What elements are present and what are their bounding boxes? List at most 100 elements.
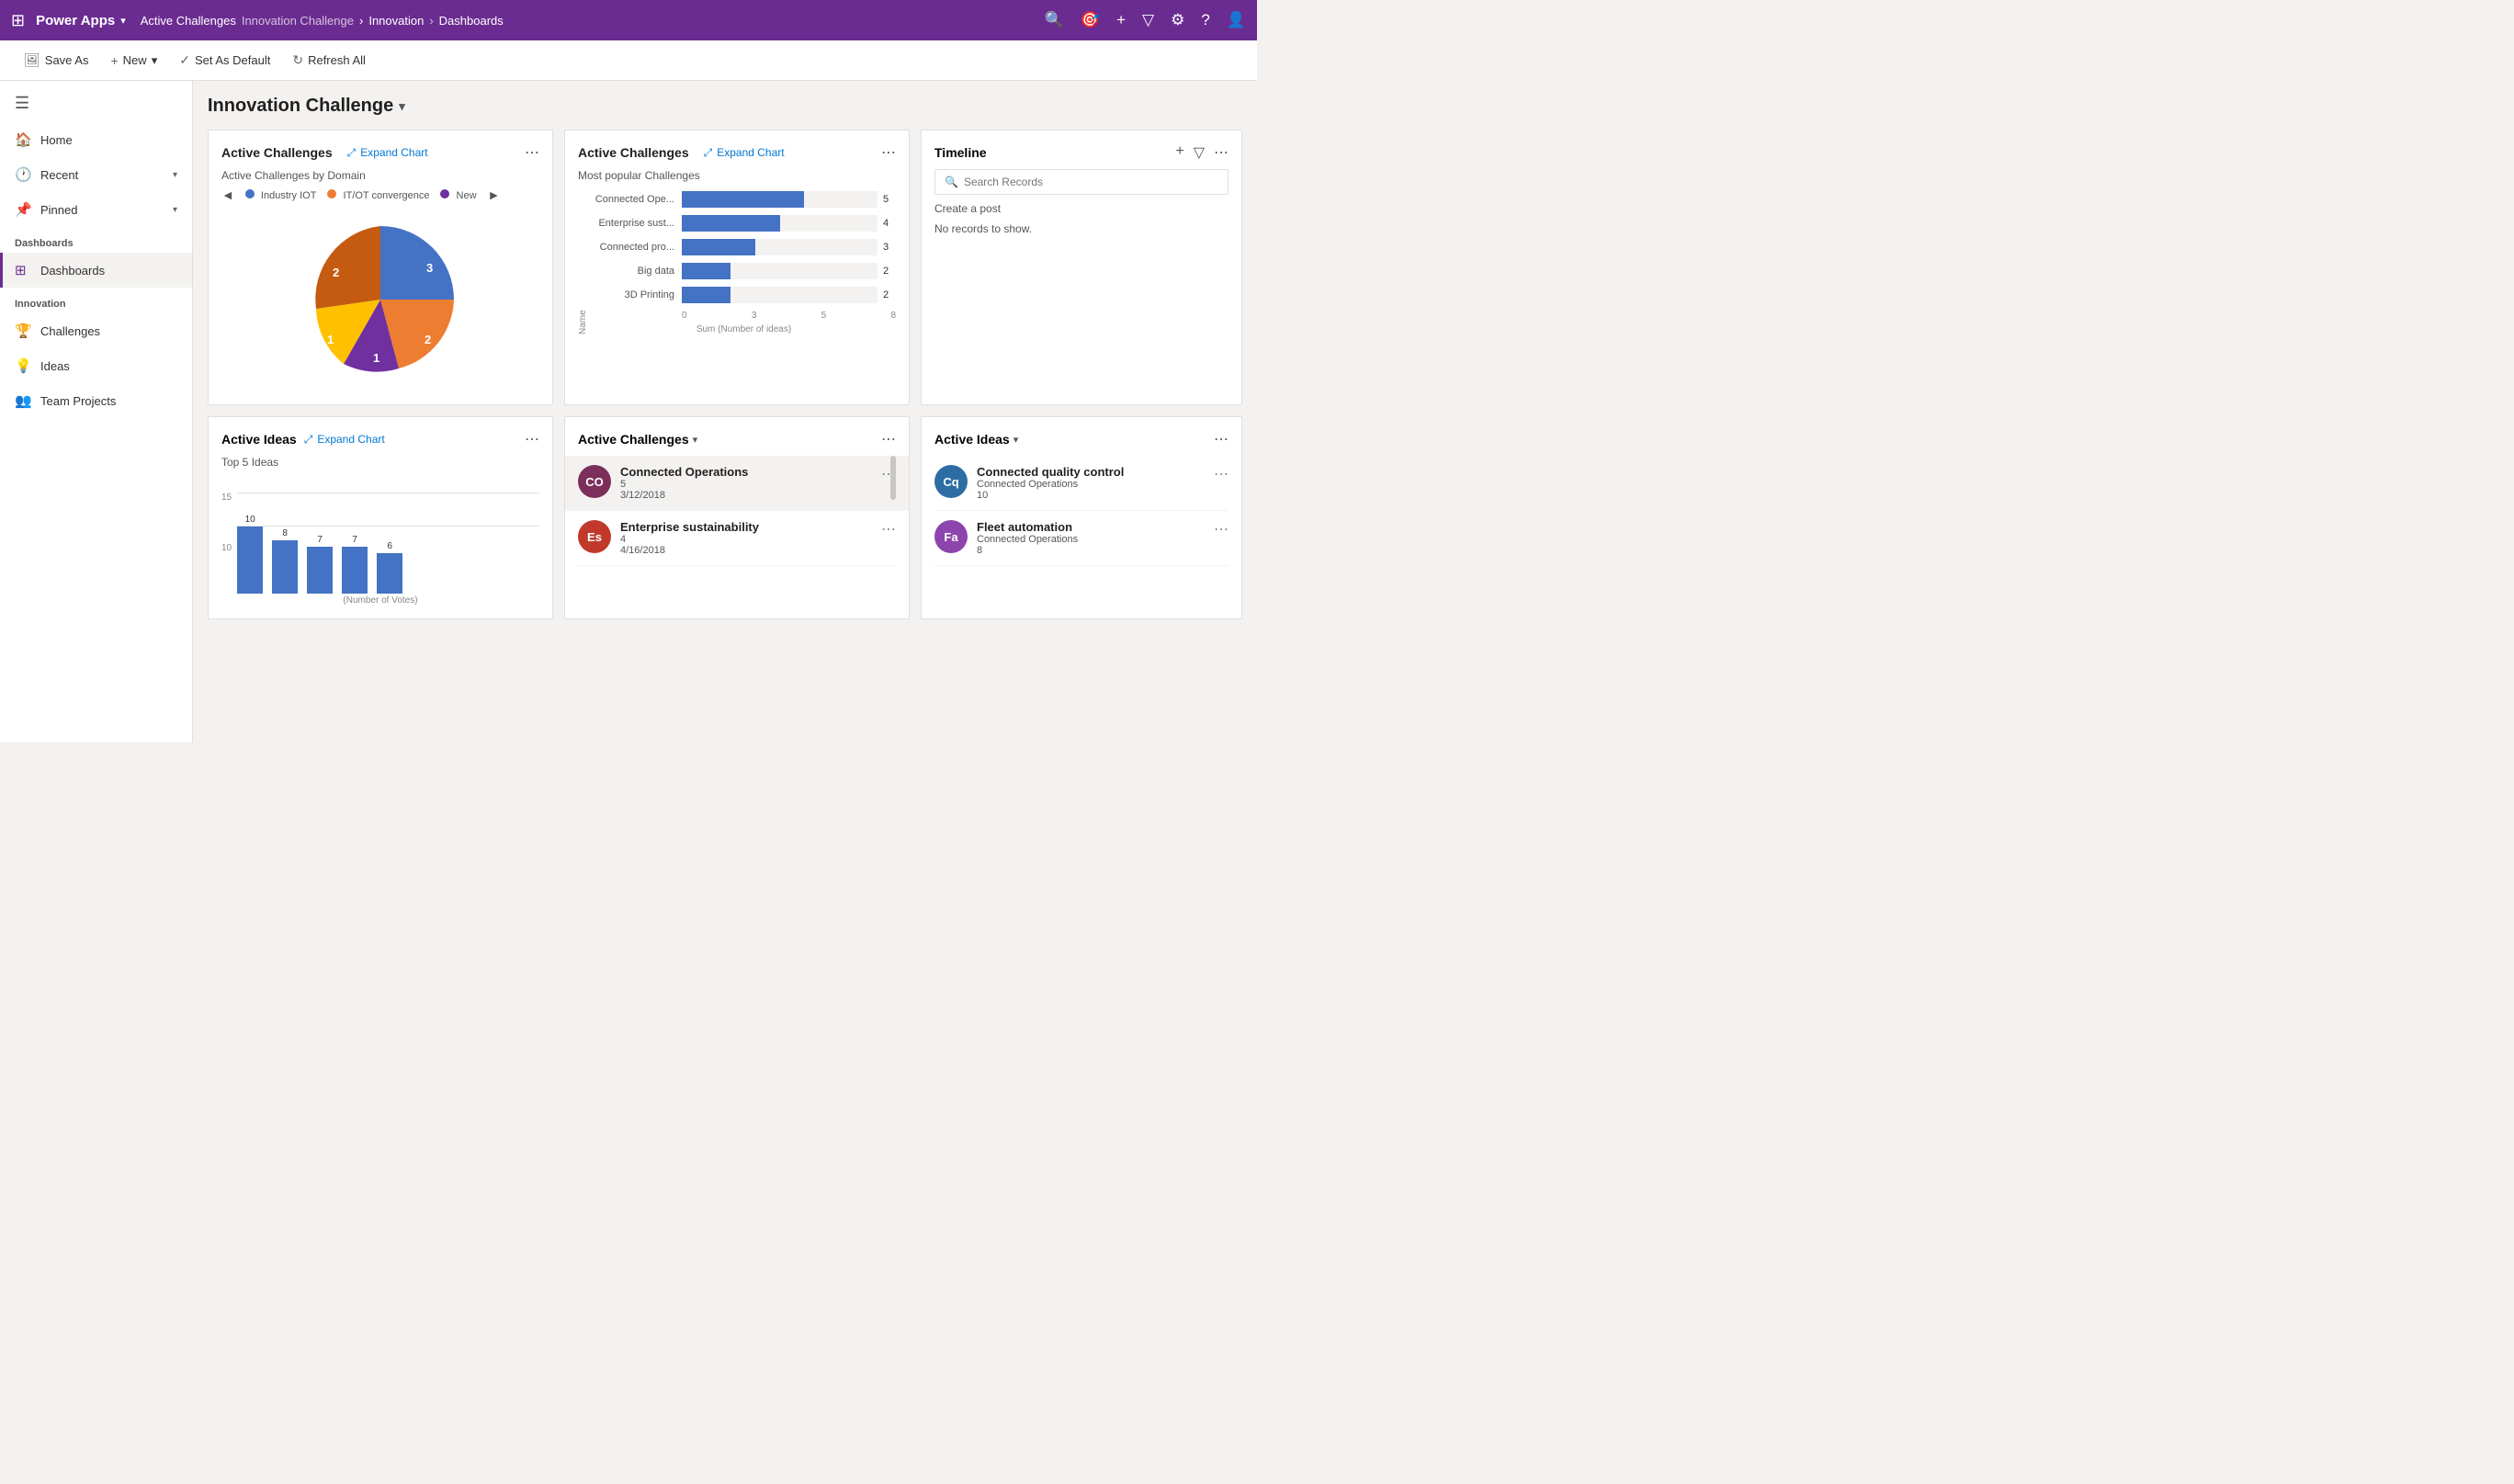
waffle-icon[interactable]: ⊞ (11, 11, 25, 30)
expand-ideas-label: Expand Chart (317, 433, 384, 446)
challenge-sub1-1: 5 (620, 479, 872, 490)
timeline-create-post[interactable]: Create a post (934, 202, 1229, 215)
vbar-bar-2 (272, 540, 298, 594)
idea-sub2-1: 10 (977, 490, 1205, 501)
sidebar-item-dashboards[interactable]: ⊞ Dashboards (0, 253, 192, 288)
challenge-item-menu-2[interactable]: ⋯ (881, 520, 896, 538)
pie-card-menu-icon[interactable]: ⋯ (525, 143, 539, 162)
idea-sub2-2: 8 (977, 545, 1205, 556)
bar-card-header: Active Challenges ⤢ Expand Chart ⋯ (578, 143, 896, 162)
svg-text:2: 2 (333, 266, 339, 279)
challenges-list-scroll[interactable]: CO Connected Operations 5 3/12/2018 ⋯ Es… (578, 456, 896, 566)
sidebar-recent-label: Recent (40, 168, 78, 182)
vbar-col-1: 10 (237, 515, 263, 594)
sidebar-item-ideas[interactable]: 💡 Ideas (0, 348, 192, 383)
search-icon[interactable]: 🔍 (1045, 11, 1064, 29)
expand-chart-pie-button[interactable]: ⤢ Expand Chart (347, 146, 428, 160)
hbar-label-5: 3D Printing (592, 289, 674, 300)
hbar-label-3: Connected pro... (592, 242, 674, 253)
expand-ideas-chart-button[interactable]: ⤢ Expand Chart (304, 433, 385, 447)
timeline-add-icon[interactable]: + (1175, 143, 1183, 162)
vbar-y-10: 10 (221, 543, 232, 553)
active-challenges-bar-card: Active Challenges ⤢ Expand Chart ⋯ Most … (564, 130, 910, 405)
user-icon[interactable]: 👤 (1227, 11, 1246, 29)
ideas-list-header: Active Ideas ▾ ⋯ (934, 430, 1229, 448)
sidebar-item-team-projects[interactable]: 👥 Team Projects (0, 383, 192, 418)
timeline-menu-icon[interactable]: ⋯ (1214, 143, 1229, 162)
target-icon[interactable]: 🎯 (1081, 11, 1100, 29)
sidebar-item-home[interactable]: 🏠 Home (0, 122, 192, 157)
idea-item-menu-2[interactable]: ⋯ (1214, 520, 1229, 538)
settings-icon[interactable]: ⚙ (1171, 11, 1184, 29)
pie-next-icon[interactable]: ► (488, 187, 501, 202)
ideas-list-menu-icon[interactable]: ⋯ (1214, 430, 1229, 448)
refresh-label: Refresh All (308, 53, 366, 67)
timeline-search[interactable]: 🔍 (934, 169, 1229, 195)
legend-dot-3 (440, 189, 449, 198)
dashboard-title-text: Innovation Challenge (208, 96, 393, 117)
hbar-row-2: Enterprise sust... 4 (592, 215, 896, 232)
refresh-button[interactable]: ↻ Refresh All (283, 48, 375, 73)
active-ideas-chart-card: Active Ideas ⤢ Expand Chart ⋯ Top 5 Idea… (208, 416, 553, 619)
hbar-row-4: Big data 2 (592, 263, 896, 279)
legend-dot-2 (327, 189, 336, 198)
challenges-scrollbar-thumb[interactable] (890, 456, 896, 500)
breadcrumb: Active Challenges Innovation Challenge ›… (141, 14, 504, 28)
set-default-button[interactable]: ✓ Set As Default (170, 48, 279, 73)
ideas-chart-header: Active Ideas ⤢ Expand Chart ⋯ (221, 430, 539, 448)
hbar-fill-5 (682, 287, 730, 303)
idea-list-item-2[interactable]: Fa Fleet automation Connected Operations… (934, 511, 1229, 566)
legend-label-1: Industry IOT (261, 190, 317, 201)
challenges-list-menu-icon[interactable]: ⋯ (881, 430, 896, 448)
challenge-item-body-1: Connected Operations 5 3/12/2018 (620, 465, 872, 501)
timeline-filter-icon[interactable]: ▽ (1194, 143, 1205, 162)
idea-avatar-1: Cq (934, 465, 968, 498)
challenge-avatar-2: Es (578, 520, 611, 553)
save-as-button[interactable]: 🖼 Save As (15, 48, 97, 73)
help-icon[interactable]: ? (1201, 11, 1209, 29)
filter-icon[interactable]: ▽ (1142, 11, 1154, 29)
bar-card-menu-icon[interactable]: ⋯ (881, 143, 896, 162)
expand-chart-bar-button[interactable]: ⤢ Expand Chart (704, 146, 785, 160)
topbar: ⊞ Power Apps ▾ Active Challenges Innovat… (0, 0, 1257, 40)
hbar-row-5: 3D Printing 2 (592, 287, 896, 303)
sidebar-pinned-label: Pinned (40, 203, 77, 217)
hamburger-icon[interactable]: ☰ (0, 85, 192, 122)
breadcrumb-dashboards[interactable]: Dashboards (439, 14, 504, 28)
challenge-list-item-2[interactable]: Es Enterprise sustainability 4 4/16/2018… (578, 511, 896, 566)
dashboard-dropdown-icon[interactable]: ▾ (399, 99, 405, 114)
hbar-track-4 (682, 263, 878, 279)
breadcrumb-innovation[interactable]: Innovation (368, 14, 424, 28)
ideas-list-chevron-icon[interactable]: ▾ (1014, 434, 1019, 446)
timeline-search-input[interactable] (964, 176, 1218, 188)
dashboard-title: Innovation Challenge ▾ (208, 96, 1242, 117)
ideas-chart-subtitle: Top 5 Ideas (221, 456, 539, 469)
new-chevron-icon[interactable]: ▾ (152, 53, 158, 68)
challenge-sub1-2: 4 (620, 534, 872, 545)
add-icon[interactable]: + (1116, 11, 1126, 29)
challenges-list-chevron-icon[interactable]: ▾ (693, 434, 698, 446)
vbar-col-5: 6 (377, 541, 402, 594)
new-button[interactable]: + New ▾ (101, 49, 166, 73)
challenge-list-item-1[interactable]: CO Connected Operations 5 3/12/2018 ⋯ (565, 456, 909, 511)
ideas-list-scroll: Cq Connected quality control Connected O… (934, 456, 1229, 566)
sidebar-item-challenges[interactable]: 🏆 Challenges (0, 313, 192, 348)
vbar-col-3: 7 (307, 535, 333, 594)
sidebar-item-pinned[interactable]: 📌 Pinned ▾ (0, 192, 192, 227)
breadcrumb-app[interactable]: Active Challenges (141, 14, 236, 28)
challenge-sub2-1: 3/12/2018 (620, 490, 872, 501)
sidebar-item-recent[interactable]: 🕐 Recent ▾ (0, 157, 192, 192)
expand-bar-icon: ⤢ (704, 146, 713, 160)
idea-list-item-1[interactable]: Cq Connected quality control Connected O… (934, 456, 1229, 511)
idea-item-menu-1[interactable]: ⋯ (1214, 465, 1229, 483)
vbar-bars: 10 8 7 7 (237, 493, 539, 594)
vbar-num-5: 6 (387, 541, 392, 551)
breadcrumb-section[interactable]: › (359, 14, 363, 28)
challenge-item-body-2: Enterprise sustainability 4 4/16/2018 (620, 520, 872, 556)
timeline-title: Timeline (934, 145, 987, 160)
pie-prev-icon[interactable]: ◄ (221, 187, 234, 202)
sidebar-ideas-label: Ideas (40, 359, 70, 373)
ideas-chart-menu-icon[interactable]: ⋯ (525, 430, 539, 448)
app-chevron-icon[interactable]: ▾ (120, 15, 126, 27)
vbar-bar-1 (237, 527, 263, 594)
